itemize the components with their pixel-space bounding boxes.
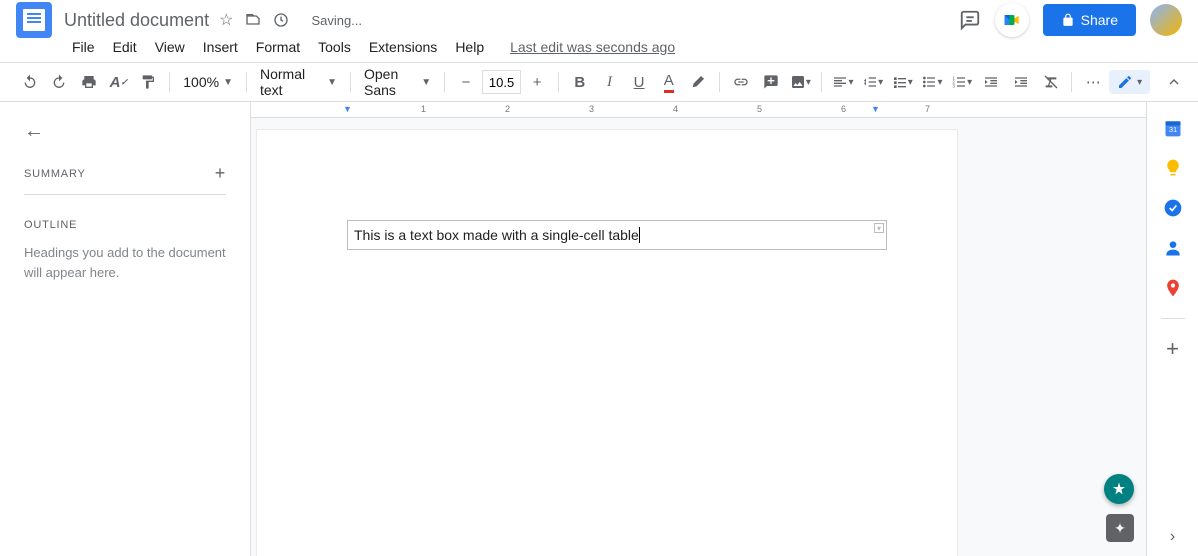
doc-title[interactable]: Untitled document	[64, 10, 209, 31]
keep-icon[interactable]	[1163, 158, 1183, 178]
move-icon[interactable]	[245, 12, 261, 28]
align-button[interactable]: ▾	[829, 68, 857, 96]
font-increase-button[interactable]: +	[523, 68, 551, 96]
font-size-input[interactable]: 10.5	[482, 70, 522, 94]
font-select[interactable]: Open Sans▼	[358, 62, 437, 102]
textbox-content[interactable]: This is a text box made with a single-ce…	[354, 227, 639, 243]
italic-button[interactable]: I	[596, 68, 624, 96]
menu-file[interactable]: File	[64, 35, 103, 59]
undo-button[interactable]	[16, 68, 44, 96]
more-tools-button[interactable]: ⋯	[1079, 68, 1107, 96]
insert-comment-button[interactable]	[757, 68, 785, 96]
docs-logo[interactable]	[16, 2, 52, 38]
increase-indent-button[interactable]	[1007, 68, 1035, 96]
editing-mode-button[interactable]: ▾	[1109, 70, 1150, 94]
clear-formatting-button[interactable]	[1037, 68, 1065, 96]
menu-format[interactable]: Format	[248, 35, 308, 59]
star-icon[interactable]: ☆	[219, 10, 233, 30]
single-cell-table[interactable]: ▾ This is a text box made with a single-…	[347, 220, 887, 250]
explore-button[interactable]	[1104, 474, 1134, 504]
style-select[interactable]: Normal text▼	[254, 62, 343, 102]
redo-button[interactable]	[46, 68, 74, 96]
menu-tools[interactable]: Tools	[310, 35, 359, 59]
side-panel: 31 + ›	[1146, 102, 1198, 556]
outline-label: OUTLINE	[24, 219, 226, 231]
share-button[interactable]: Share	[1043, 4, 1136, 36]
spellcheck-button[interactable]: A✓	[105, 68, 133, 96]
menu-extensions[interactable]: Extensions	[361, 35, 445, 59]
saving-status: Saving...	[311, 13, 362, 28]
outline-placeholder: Headings you add to the document will ap…	[24, 243, 226, 282]
calendar-icon[interactable]: 31	[1163, 118, 1183, 138]
outline-close-button[interactable]: ←	[24, 120, 44, 142]
last-edit-link[interactable]: Last edit was seconds ago	[510, 39, 675, 55]
zoom-select[interactable]: 100%▼	[177, 70, 239, 94]
svg-text:3: 3	[952, 83, 955, 88]
menu-help[interactable]: Help	[447, 35, 492, 59]
print-button[interactable]	[75, 68, 103, 96]
document-canvas[interactable]: ▼ 1 2 3 4 5 6 ▼ 7 ▾ This is a text box m…	[250, 102, 1146, 556]
maps-icon[interactable]	[1163, 278, 1183, 298]
menu-edit[interactable]: Edit	[105, 35, 145, 59]
cloud-status-icon[interactable]	[273, 12, 289, 28]
comment-history-icon[interactable]	[959, 9, 981, 31]
decrease-indent-button[interactable]	[977, 68, 1005, 96]
bulleted-list-button[interactable]: ▾	[918, 68, 946, 96]
text-color-button[interactable]: A	[655, 68, 683, 96]
outline-panel: ← SUMMARY + OUTLINE Headings you add to …	[0, 102, 250, 556]
meet-icon[interactable]	[995, 3, 1029, 37]
summary-label: SUMMARY	[24, 168, 86, 180]
numbered-list-button[interactable]: 123▾	[948, 68, 976, 96]
horizontal-ruler[interactable]: ▼ 1 2 3 4 5 6 ▼ 7	[251, 102, 1146, 118]
font-decrease-button[interactable]: −	[452, 68, 480, 96]
highlight-button[interactable]	[685, 68, 713, 96]
add-summary-button[interactable]: +	[215, 163, 226, 184]
emoji-reaction-button[interactable]: ✦	[1106, 514, 1134, 542]
text-cursor	[639, 227, 640, 243]
menu-view[interactable]: View	[147, 35, 193, 59]
paint-format-button[interactable]	[135, 68, 163, 96]
toolbar: A✓ 100%▼ Normal text▼ Open Sans▼ − 10.5 …	[0, 62, 1198, 102]
checklist-button[interactable]: ▾	[888, 68, 916, 96]
tasks-icon[interactable]	[1163, 198, 1183, 218]
contacts-icon[interactable]	[1163, 238, 1183, 258]
table-handle-icon[interactable]: ▾	[874, 223, 884, 233]
account-avatar[interactable]	[1150, 4, 1182, 36]
insert-image-button[interactable]: ▾	[787, 68, 815, 96]
hide-sidepanel-button[interactable]: ›	[1170, 528, 1175, 546]
addons-icon[interactable]: +	[1163, 339, 1183, 359]
bold-button[interactable]: B	[566, 68, 594, 96]
menu-insert[interactable]: Insert	[195, 35, 246, 59]
line-spacing-button[interactable]: ▾	[859, 68, 887, 96]
insert-link-button[interactable]	[727, 68, 755, 96]
page[interactable]: ▾ This is a text box made with a single-…	[257, 130, 957, 556]
underline-button[interactable]: U	[625, 68, 653, 96]
svg-text:31: 31	[1168, 125, 1176, 134]
collapse-toolbar-button[interactable]	[1166, 74, 1182, 90]
